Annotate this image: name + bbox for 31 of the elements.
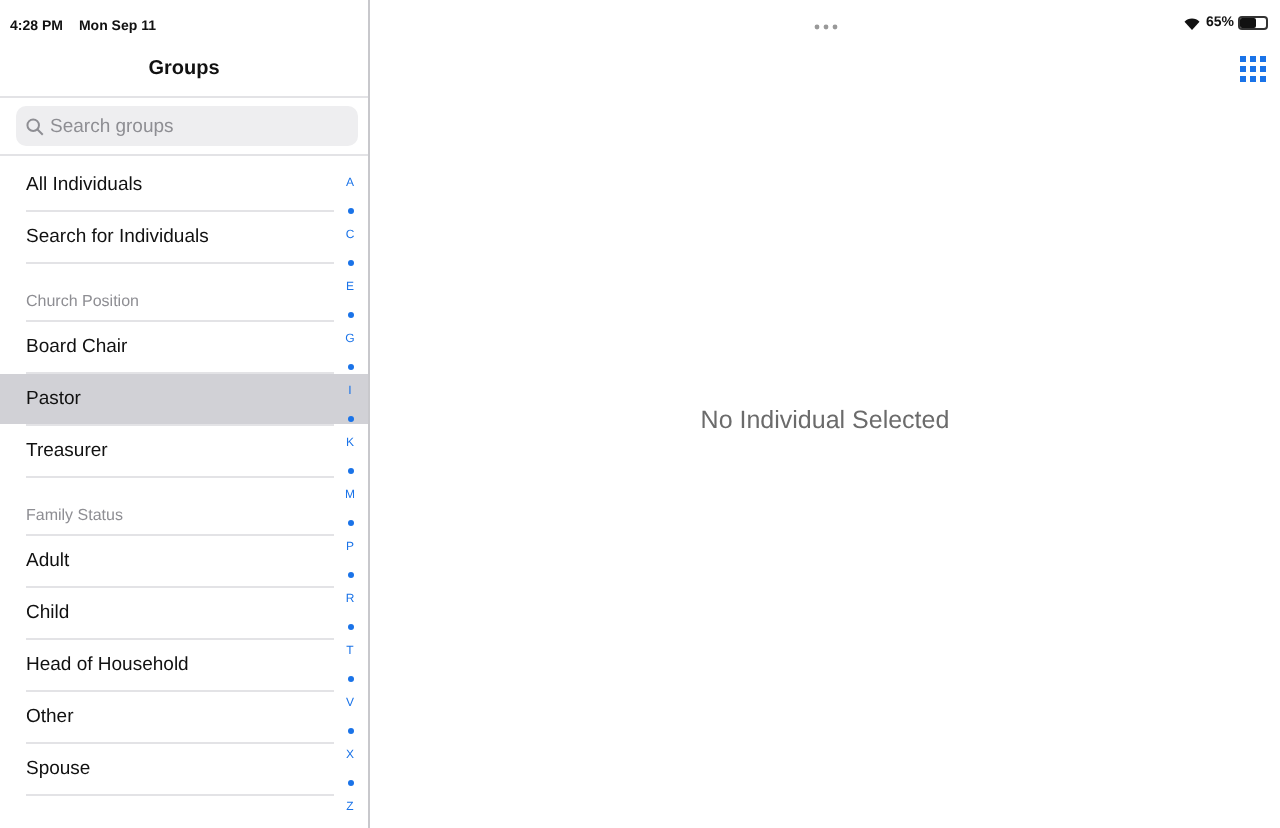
index-dot-icon xyxy=(347,572,353,578)
group-item[interactable]: Treasurer xyxy=(0,426,334,476)
index-dot-icon xyxy=(347,728,353,734)
group-item[interactable]: Adult xyxy=(0,536,334,586)
battery-icon xyxy=(1240,18,1266,28)
search-field[interactable]: Search groups xyxy=(16,106,358,146)
group-item[interactable]: Search for Individuals xyxy=(0,212,334,262)
index-dot-icon xyxy=(347,676,353,682)
section-header: Church Position xyxy=(24,290,141,314)
more-icon[interactable] xyxy=(813,23,837,29)
index-dot-icon xyxy=(347,416,353,422)
section-header: Family Status xyxy=(24,504,125,528)
index-dot-icon xyxy=(347,780,353,786)
group-item[interactable]: Head of Household xyxy=(0,640,334,690)
index-dot-icon xyxy=(347,208,353,214)
index-dot-icon xyxy=(347,624,353,630)
group-item[interactable]: All Individuals xyxy=(0,160,334,210)
index-dot-icon xyxy=(347,364,353,370)
empty-message: No Individual Selected xyxy=(700,406,950,434)
index-dot-icon xyxy=(347,468,353,474)
index-dot-icon xyxy=(347,520,353,526)
sidebar-title: Groups xyxy=(146,56,222,84)
wifi-icon xyxy=(1183,17,1200,29)
group-item[interactable]: Spouse xyxy=(0,744,334,794)
group-item[interactable]: Board Chair xyxy=(0,322,334,372)
index-dot-icon xyxy=(347,312,353,318)
index-dot-icon xyxy=(347,260,353,266)
search-icon xyxy=(26,117,44,135)
grid-icon[interactable] xyxy=(1240,56,1266,82)
group-item[interactable]: Child xyxy=(0,588,334,638)
group-item[interactable]: Other xyxy=(0,692,334,742)
